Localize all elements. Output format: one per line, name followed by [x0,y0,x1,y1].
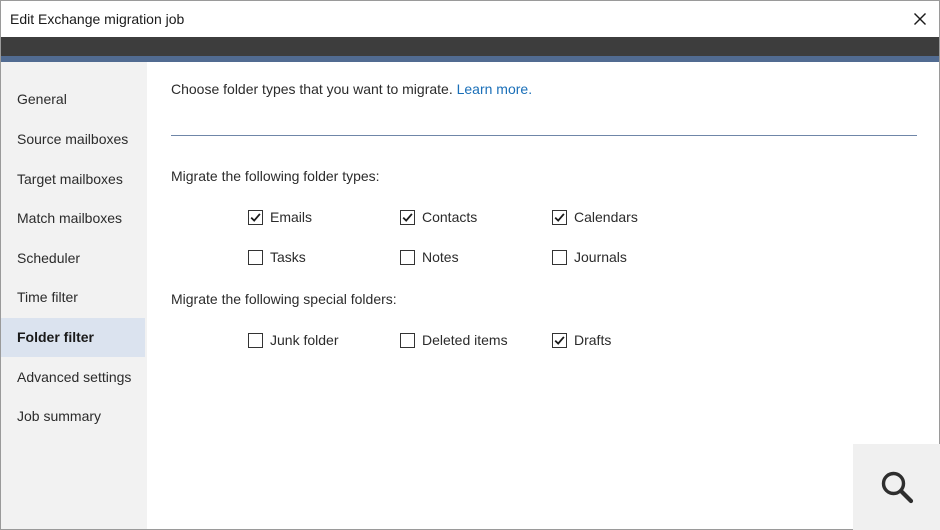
checkbox-emails[interactable]: Emails [248,207,312,227]
checkmark-icon [250,212,261,222]
dialog-title: Edit Exchange migration job [10,11,185,27]
search-icon [881,471,914,504]
sidebar-item-source-mailboxes[interactable]: Source mailboxes [1,120,145,159]
folder-types-heading: Migrate the following folder types: [171,168,380,184]
checkbox-label-calendars: Calendars [574,209,638,225]
checkbox-box[interactable] [400,209,415,225]
sidebar-item-job-summary[interactable]: Job summary [1,397,145,436]
close-button[interactable] [907,6,933,32]
dialog-window: Edit Exchange migration job General Sour… [0,0,940,530]
zoom-search-button[interactable] [853,444,940,530]
checkbox-label-notes: Notes [422,249,459,265]
learn-more-link[interactable]: Learn more. [457,81,532,97]
sidebar-item-general[interactable]: General [1,80,145,119]
close-icon [914,13,926,25]
checkbox-tasks[interactable]: Tasks [248,247,306,267]
checkbox-label-tasks: Tasks [270,249,306,265]
sidebar-item-time-filter[interactable]: Time filter [1,278,145,317]
checkbox-box[interactable] [400,332,415,348]
checkmark-icon [554,335,565,345]
checkbox-label-emails: Emails [270,209,313,225]
checkbox-calendars[interactable]: Calendars [552,207,638,227]
checkmark-icon [554,212,565,222]
title-bar: Edit Exchange migration job [1,1,939,37]
checkbox-contacts[interactable]: Contacts [400,207,477,227]
intro-text-row: Choose folder types that you want to mig… [171,81,532,97]
sidebar-item-advanced-settings[interactable]: Advanced settings [1,358,145,397]
checkbox-label-drafts: Drafts [574,332,612,348]
checkbox-box[interactable] [552,249,567,265]
checkbox-deleted-items[interactable]: Deleted items [400,330,508,350]
header-dark-bar [1,37,939,56]
checkbox-junk-folder[interactable]: Junk folder [248,330,338,350]
checkbox-label-journals: Journals [574,249,627,265]
checkbox-drafts[interactable]: Drafts [552,330,611,350]
special-folders-heading: Migrate the following special folders: [171,291,397,307]
sidebar-item-folder-filter[interactable]: Folder filter [1,318,145,357]
checkbox-box[interactable] [248,209,263,225]
checkbox-journals[interactable]: Journals [552,247,627,267]
checkmark-icon [402,212,413,222]
sidebar-item-match-mailboxes[interactable]: Match mailboxes [1,199,145,238]
checkbox-box[interactable] [552,209,567,225]
main-content: Choose folder types that you want to mig… [147,62,939,529]
checkbox-box[interactable] [400,249,415,265]
sidebar-item-target-mailboxes[interactable]: Target mailboxes [1,160,145,199]
checkbox-box[interactable] [552,332,567,348]
section-divider [171,135,917,136]
checkbox-box[interactable] [248,249,263,265]
checkbox-notes[interactable]: Notes [400,247,459,267]
checkbox-label-contacts: Contacts [422,209,478,225]
sidebar-nav: General Source mailboxes Target mailboxe… [1,62,147,529]
intro-text: Choose folder types that you want to mig… [171,81,453,97]
checkbox-box[interactable] [248,332,263,348]
sidebar-item-scheduler[interactable]: Scheduler [1,239,145,278]
checkbox-label-deleted-items: Deleted items [422,332,508,348]
checkbox-label-junk-folder: Junk folder [270,332,339,348]
